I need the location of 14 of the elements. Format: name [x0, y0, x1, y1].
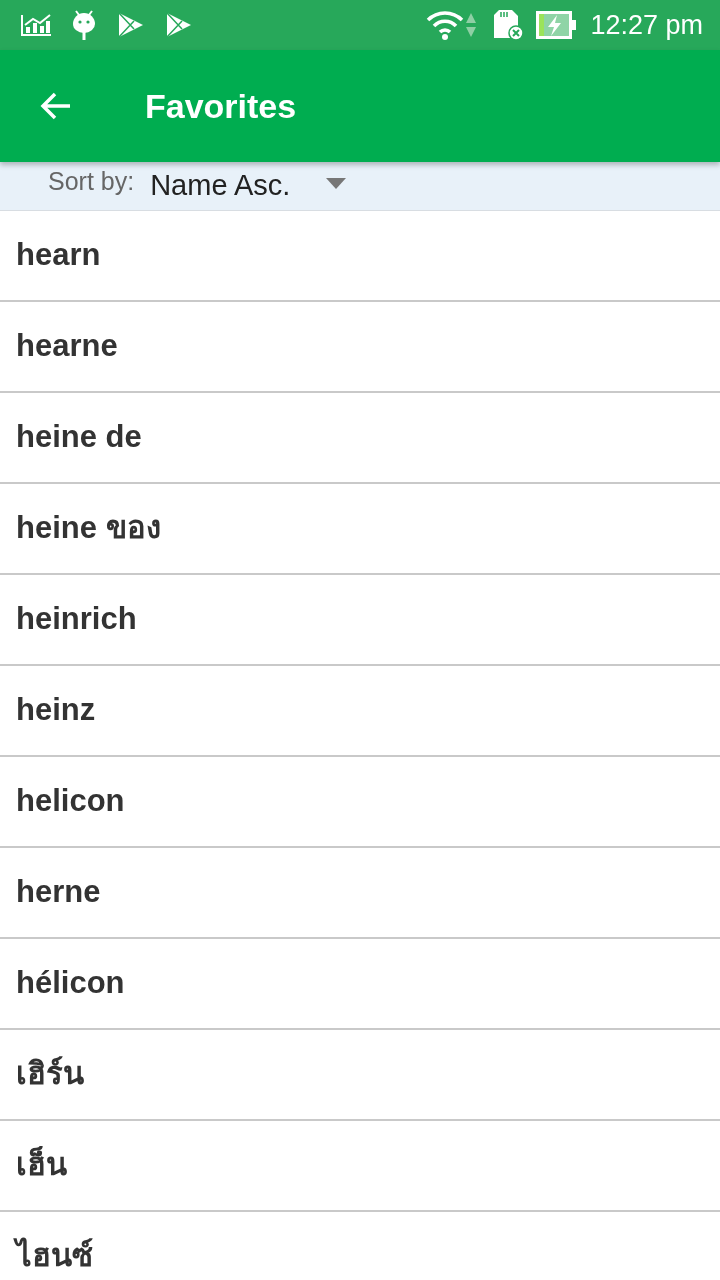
screen-title: Favorites	[145, 85, 297, 127]
data-arrows-icon	[466, 12, 477, 38]
play-icon	[118, 12, 144, 38]
chart-icon	[20, 13, 52, 37]
wifi-icon	[426, 10, 465, 40]
sd-card-icon	[492, 9, 525, 41]
battery-charging-icon	[536, 11, 577, 39]
android-icon	[72, 10, 96, 40]
sort-dropdown[interactable]: Name Asc.	[150, 164, 347, 208]
play-icon	[166, 12, 192, 38]
back-arrow-icon	[40, 91, 72, 121]
status-time: 12:27 pm	[590, 8, 703, 42]
caret-icon	[326, 177, 347, 189]
sort-label: Sort by:	[48, 166, 135, 198]
